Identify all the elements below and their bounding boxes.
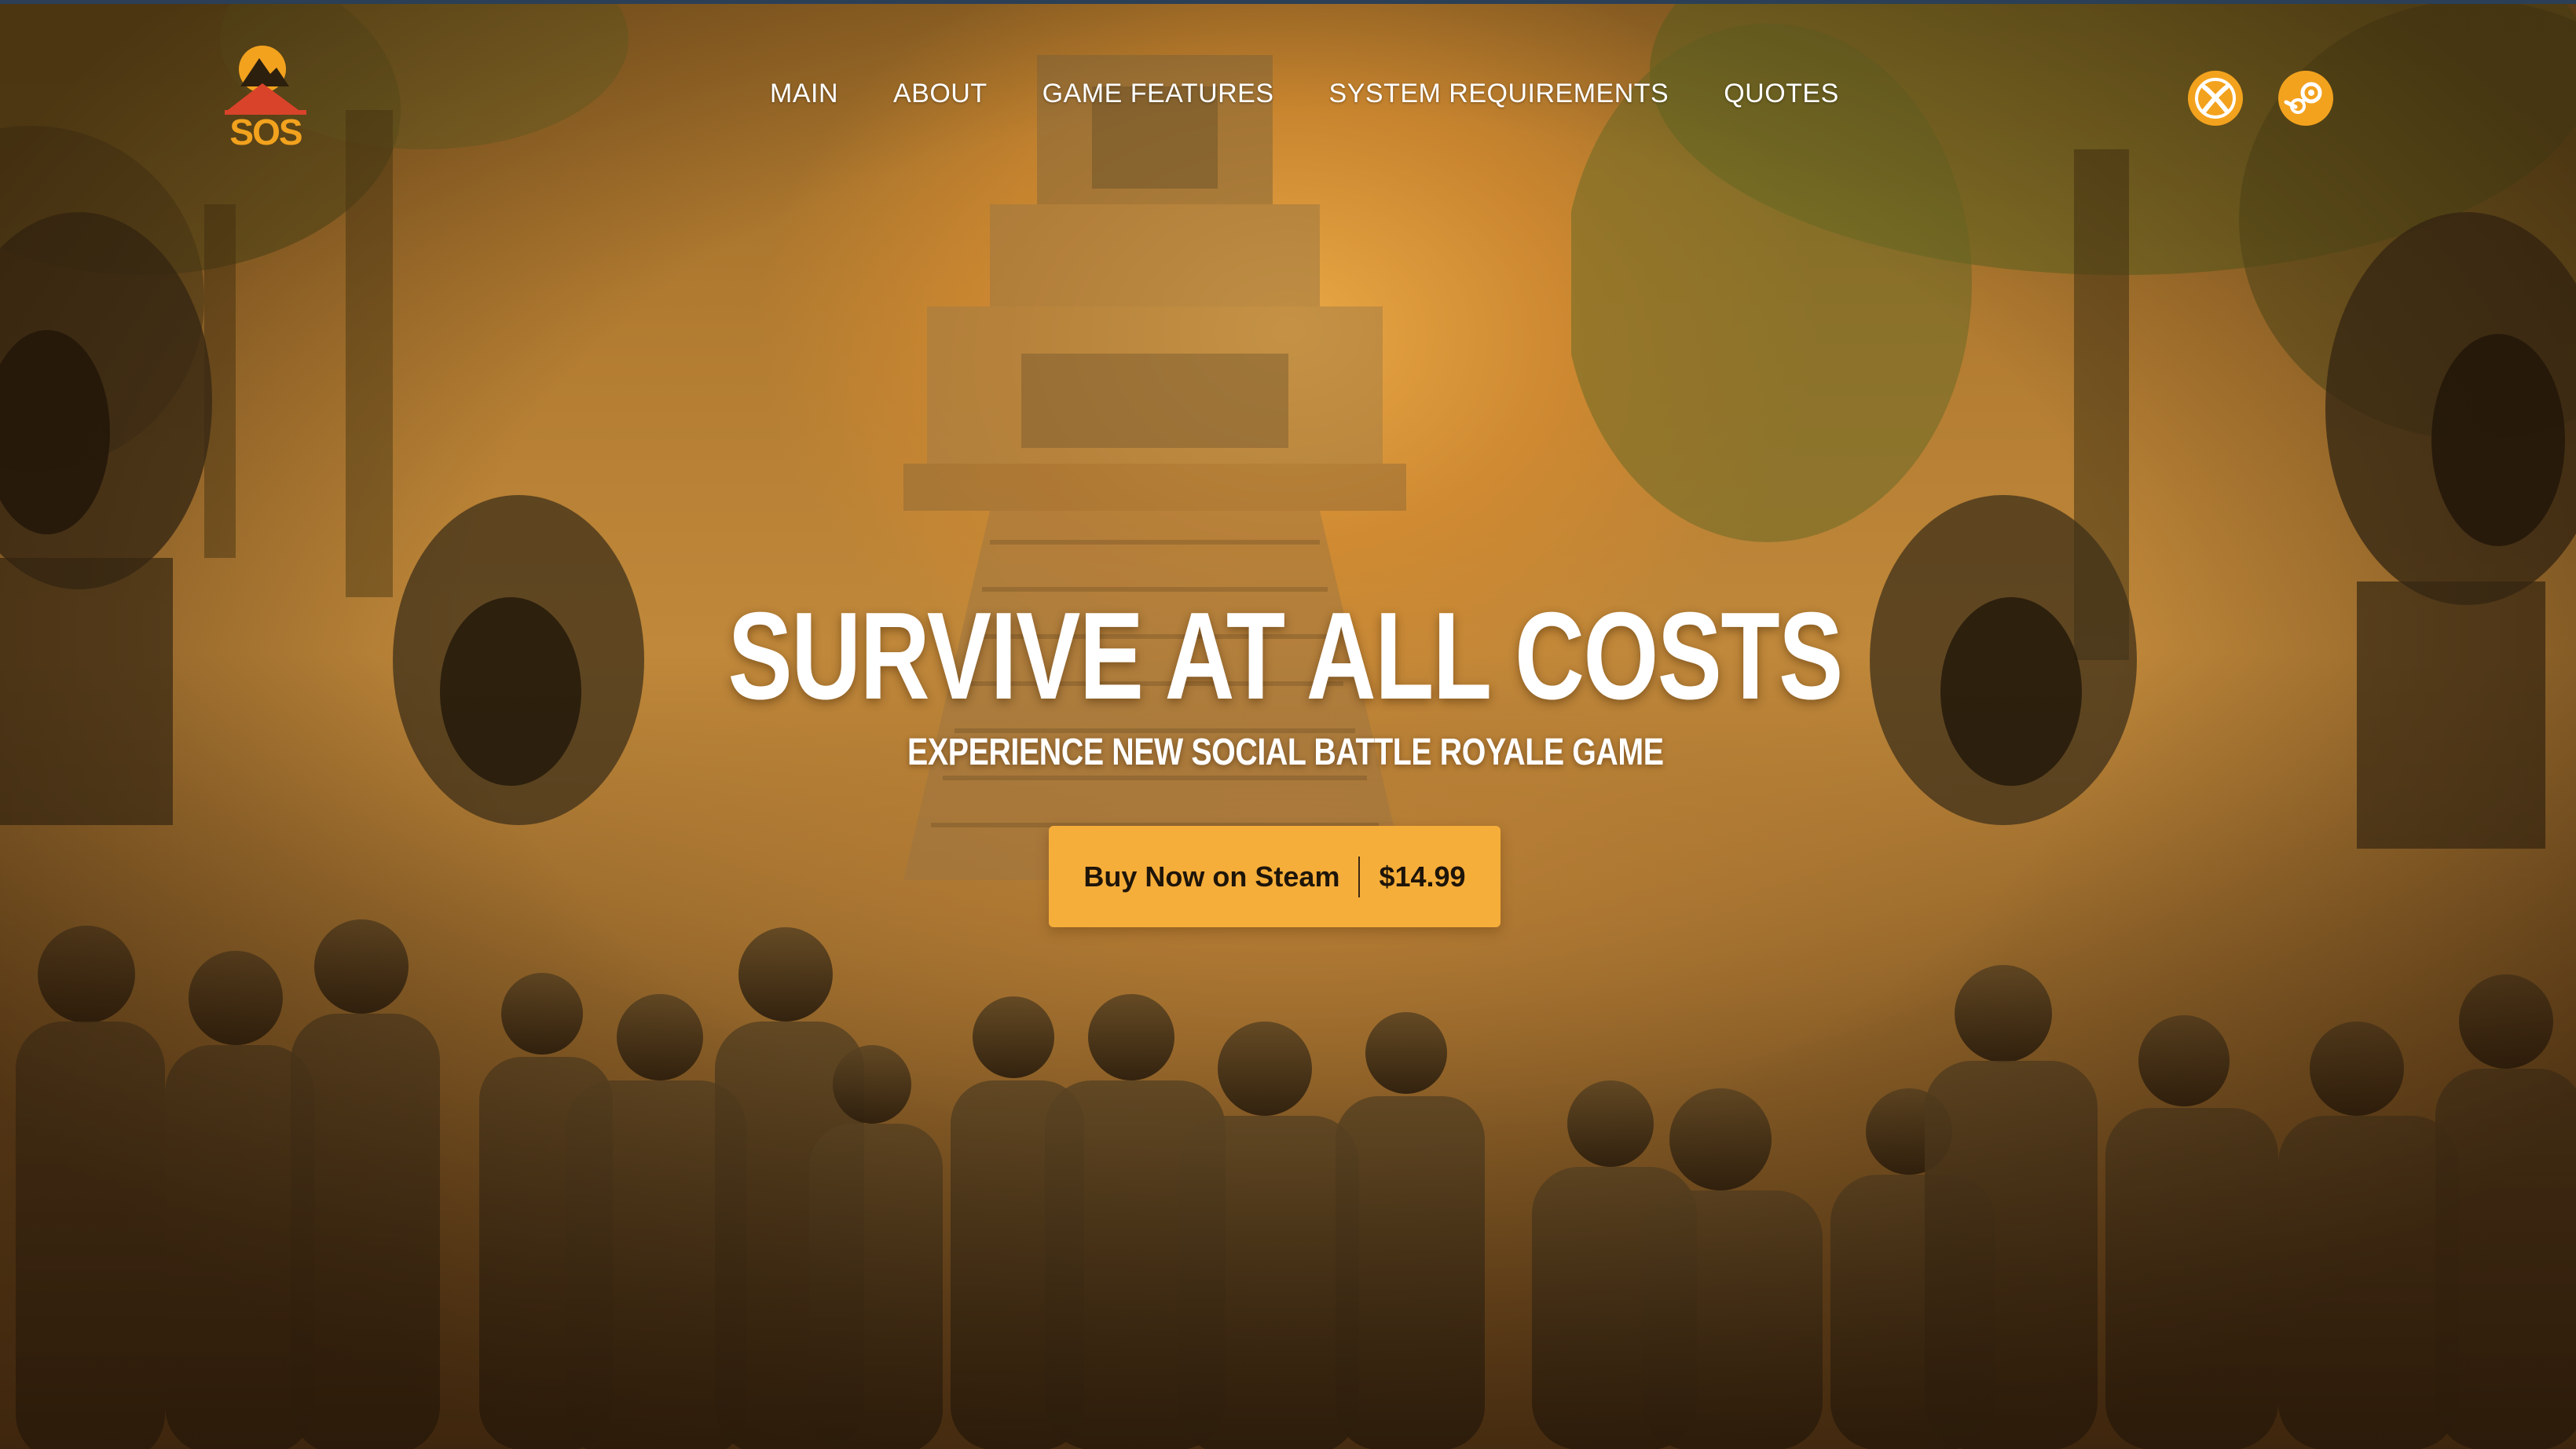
skull-statue-left-outer	[0, 212, 212, 825]
sos-logo[interactable]: SOS	[214, 41, 316, 152]
nav-item-main[interactable]: MAIN	[770, 79, 838, 109]
steam-icon	[2284, 82, 2322, 114]
hero-title: SURVIVE AT ALL COSTS	[727, 587, 1844, 725]
sos-logo-icon: SOS	[225, 46, 306, 152]
nav-item-system-requirements[interactable]: SYSTEM REQUIREMENTS	[1329, 79, 1669, 109]
buy-button-price: $14.99	[1379, 860, 1466, 893]
buy-button-divider	[1358, 856, 1361, 897]
hero-subtitle: EXPERIENCE NEW SOCIAL BATTLE ROYALE GAME	[907, 732, 1664, 773]
nav-item-game-features[interactable]: GAME FEATURES	[1042, 79, 1274, 109]
nav-item-about[interactable]: ABOUT	[893, 79, 988, 109]
buy-button-label: Buy Now on Steam	[1083, 860, 1340, 893]
nav-item-quotes[interactable]: QUOTES	[1724, 79, 1839, 109]
steam-link[interactable]	[2278, 71, 2333, 126]
main-nav: MAIN ABOUT GAME FEATURES SYSTEM REQUIREM…	[770, 79, 1839, 109]
landing-page: SOS MAIN ABOUT GAME FEATURES SYSTEM REQU…	[0, 0, 2576, 1449]
buy-now-steam-button[interactable]: Buy Now on Steam $14.99	[1049, 826, 1501, 927]
xbox-icon	[2195, 78, 2236, 119]
xbox-link[interactable]	[2188, 71, 2243, 126]
logo-text: SOS	[229, 112, 301, 151]
survivors-crowd-illustration	[16, 919, 2576, 1449]
site-header: SOS MAIN ABOUT GAME FEATURES SYSTEM REQU…	[0, 0, 2576, 196]
